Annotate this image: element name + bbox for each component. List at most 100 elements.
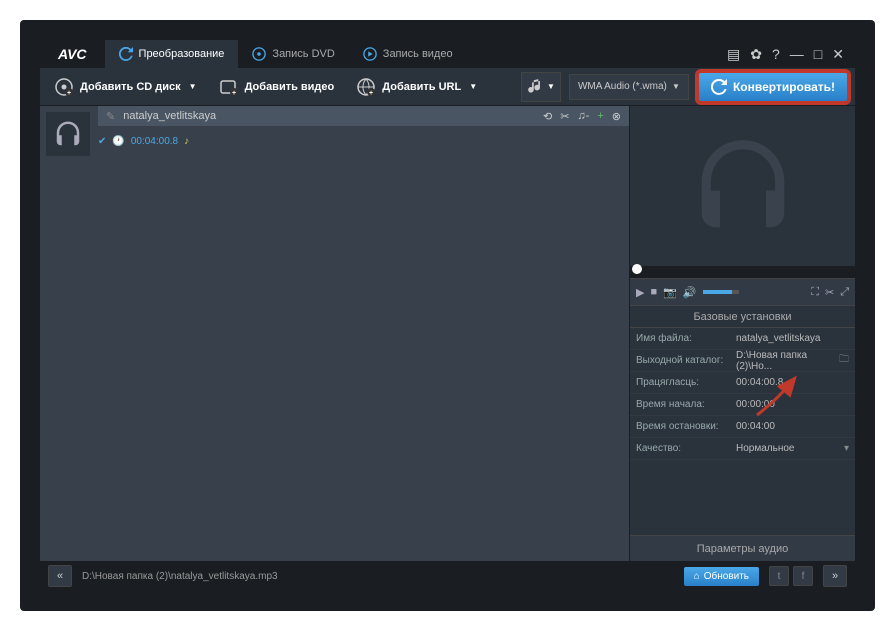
preview-area	[630, 106, 855, 266]
play-circle-icon	[363, 47, 377, 61]
file-name: natalya_vetlitskaya	[123, 110, 216, 122]
settings-label: Выходной каталог:	[636, 355, 736, 366]
player-controls: ▶ ■ 📷 🔊 ⛶ ✂ ⤢	[630, 278, 855, 306]
settings-label: Качество:	[636, 443, 736, 454]
window-controls: ▤ ✿ ? — □ ✕	[724, 46, 855, 63]
button-label: Добавить видео	[245, 81, 335, 93]
play-icon[interactable]: ▶	[636, 286, 644, 299]
close-icon[interactable]: ✕	[829, 46, 847, 63]
file-list: ✎ natalya_vetlitskaya ⟲ ✂ ♫- + ⊗ ✔ 🕐 00:…	[40, 106, 630, 561]
edit-icon[interactable]: ✎	[106, 110, 115, 123]
disc-icon	[252, 47, 266, 61]
audio-params-button[interactable]: Параметры аудио	[630, 535, 855, 561]
chevron-down-icon: ▼	[672, 82, 680, 91]
file-thumbnail	[46, 112, 90, 156]
settings-label: Имя файла:	[636, 333, 736, 344]
update-button[interactable]: ⌂ Обновить	[684, 567, 759, 586]
settings-value[interactable]: Нормальное	[736, 443, 844, 454]
folder-icon[interactable]: 🗀	[839, 352, 849, 369]
disc-add-icon: +	[54, 77, 74, 97]
button-label: Добавить URL	[382, 81, 461, 93]
chevron-down-icon: ▼	[469, 82, 477, 91]
clock-icon: 🕐	[112, 136, 124, 147]
tab-label: Запись видео	[383, 48, 453, 60]
tab-record[interactable]: Запись видео	[349, 40, 467, 68]
camera-icon[interactable]: 📷	[663, 286, 677, 299]
svg-text:+: +	[369, 90, 373, 97]
globe-add-icon: +	[356, 77, 376, 97]
settings-label: Время начала:	[636, 399, 736, 410]
scrubber[interactable]	[630, 266, 855, 278]
chevron-down-icon[interactable]: ▾	[844, 443, 849, 454]
check-icon[interactable]: ✔	[98, 136, 106, 147]
fullscreen-icon[interactable]: ⤢	[840, 286, 849, 299]
settings-label: Працягласць:	[636, 377, 736, 388]
maximize-icon[interactable]: □	[811, 46, 825, 63]
settings-value[interactable]: natalya_vetlitskaya	[736, 333, 849, 344]
settings-row-quality: Качество: Нормальное ▾	[630, 438, 855, 460]
svg-text:+: +	[232, 90, 236, 97]
scrubber-knob[interactable]	[632, 264, 642, 274]
button-label: Конвертировать!	[733, 80, 835, 94]
file-item[interactable]: ✎ natalya_vetlitskaya ⟲ ✂ ♫- + ⊗ ✔ 🕐 00:…	[40, 106, 629, 162]
add-url-button[interactable]: + Добавить URL ▼	[346, 73, 487, 101]
gear-icon[interactable]: ✿	[747, 46, 765, 63]
tab-dvd[interactable]: Запись DVD	[238, 40, 348, 68]
facebook-icon[interactable]: f	[793, 566, 813, 586]
music-format-button[interactable]: ▼	[521, 72, 561, 102]
button-label: Добавить CD диск	[80, 81, 181, 93]
settings-header: Базовые установки	[630, 306, 855, 328]
minimize-icon[interactable]: —	[787, 46, 807, 63]
add-icon[interactable]: +	[597, 110, 603, 123]
settings-row-stop: Время остановки: 00:04:00	[630, 416, 855, 438]
settings-value: D:\Новая папка (2)\Но...	[736, 350, 839, 372]
close-icon[interactable]: ⊗	[612, 110, 621, 123]
settings-row-filename: Имя файла: natalya_vetlitskaya	[630, 328, 855, 350]
stop-icon[interactable]: ■	[650, 286, 657, 298]
film-add-icon: +	[219, 77, 239, 97]
collapse-button[interactable]: «	[48, 565, 72, 587]
volume-icon[interactable]: 🔊	[683, 286, 697, 299]
home-icon: ⌂	[694, 571, 700, 582]
twitter-icon[interactable]: t	[769, 566, 789, 586]
settings-value[interactable]: 00:00:00	[736, 399, 849, 410]
chevron-down-icon: ▼	[189, 82, 197, 91]
headphones-icon	[53, 119, 83, 149]
expand-icon[interactable]: ⛶	[811, 286, 819, 299]
settings-row-duration: Працягласць: 00:04:00.8	[630, 372, 855, 394]
file-meta: ✔ 🕐 00:04:00.8 ♪	[98, 130, 623, 147]
status-bar: « D:\Новая папка (2)\natalya_vetlitskaya…	[40, 561, 855, 591]
expand-button[interactable]: »	[823, 565, 847, 587]
settings-value[interactable]: 00:04:00	[736, 421, 849, 432]
tab-label: Запись DVD	[272, 48, 334, 60]
cut-icon[interactable]: ✂	[560, 110, 569, 123]
svg-text:+: +	[67, 90, 71, 97]
status-path: D:\Новая папка (2)\natalya_vetlitskaya.m…	[82, 571, 674, 582]
music-icon[interactable]: ♫-	[577, 110, 589, 123]
add-video-button[interactable]: + Добавить видео	[209, 73, 345, 101]
settings-row-output: Выходной каталог: D:\Новая папка (2)\Но.…	[630, 350, 855, 372]
tabs-bar: AVC Преобразование Запись DVD Запись вид…	[40, 40, 855, 68]
music-note-icon: ♪	[184, 136, 189, 147]
list-icon[interactable]: ▤	[724, 46, 743, 63]
file-actions: ⟲ ✂ ♫- + ⊗	[543, 110, 621, 123]
settings-table: Имя файла: natalya_vetlitskaya Выходной …	[630, 328, 855, 535]
convert-button[interactable]: Конвертировать!	[697, 71, 849, 103]
settings-label: Время остановки:	[636, 421, 736, 432]
file-duration: 00:04:00.8	[131, 136, 178, 147]
chevron-down-icon: ▼	[547, 82, 555, 91]
cut-icon[interactable]: ✂	[825, 286, 834, 299]
tab-convert[interactable]: Преобразование	[105, 40, 239, 68]
music-icon	[527, 78, 545, 96]
help-icon[interactable]: ?	[769, 46, 783, 63]
tab-label: Преобразование	[139, 48, 225, 60]
headphones-icon	[688, 131, 798, 241]
settings-row-start: Время начала: 00:00:00	[630, 394, 855, 416]
volume-bar[interactable]	[703, 290, 739, 294]
button-label: Обновить	[704, 571, 749, 582]
format-value: WMA Audio (*.wma)	[578, 81, 667, 92]
refresh-icon[interactable]: ⟲	[543, 110, 552, 123]
format-dropdown[interactable]: WMA Audio (*.wma) ▼	[569, 74, 689, 100]
add-cd-button[interactable]: + Добавить CD диск ▼	[44, 73, 207, 101]
app-frame: AVC Преобразование Запись DVD Запись вид…	[40, 40, 855, 591]
